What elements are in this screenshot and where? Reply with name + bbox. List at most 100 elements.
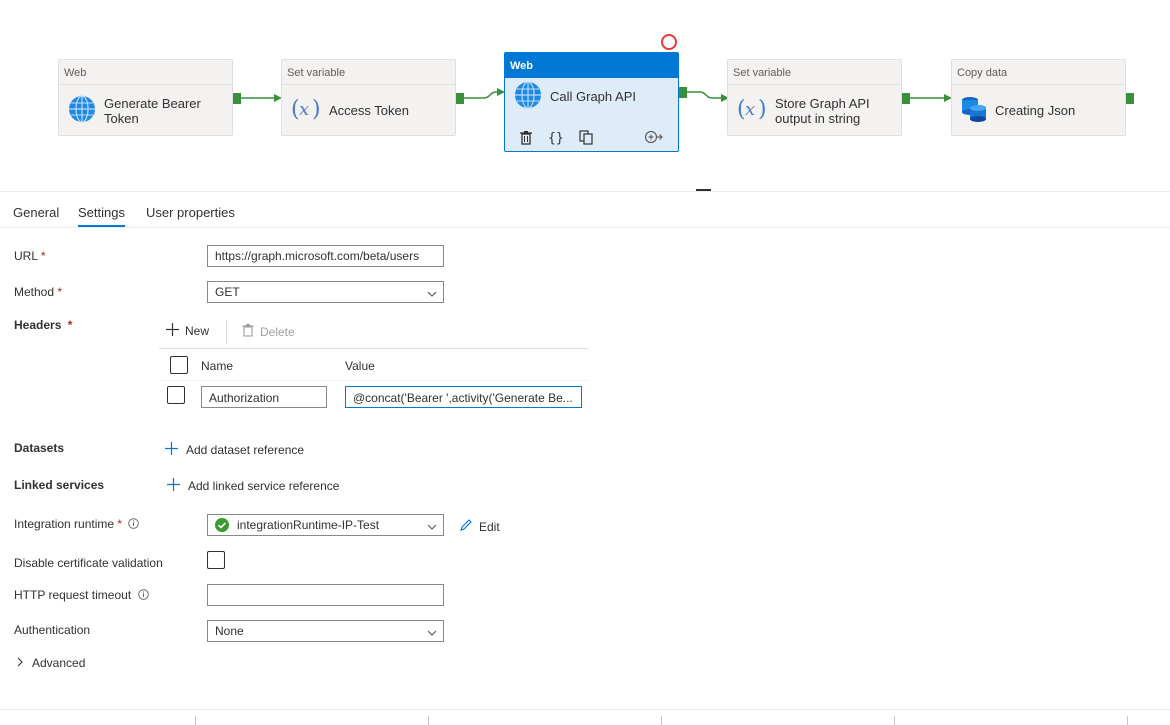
- activity-access-token[interactable]: Set variable ( x ) Access Token: [281, 59, 456, 136]
- grid-top-border: [159, 348, 589, 349]
- delete-header-button[interactable]: Delete: [242, 323, 295, 340]
- header-name-input[interactable]: Authorization: [201, 386, 327, 408]
- grid-header-border: [159, 380, 589, 381]
- svg-text:x: x: [299, 99, 309, 120]
- add-linked-service-reference-label: Add linked service reference: [188, 479, 340, 493]
- activity-name: Creating Json: [995, 103, 1076, 118]
- separator: [1127, 716, 1128, 725]
- tab-settings[interactable]: Settings: [78, 205, 125, 227]
- activity-type-label: Set variable: [728, 60, 901, 85]
- linked-services-label: Linked services: [14, 478, 105, 492]
- authentication-value: None: [215, 624, 244, 638]
- success-port[interactable]: [679, 87, 687, 98]
- svg-text:): ): [758, 97, 767, 122]
- add-dataset-reference-label: Add dataset reference: [186, 443, 305, 457]
- activity-type-label: Web: [59, 60, 232, 85]
- column-header-name: Name: [201, 359, 234, 373]
- tab-general[interactable]: General: [13, 205, 59, 220]
- chevron-down-icon: [427, 520, 437, 534]
- success-port[interactable]: [1126, 93, 1134, 104]
- edit-label: Edit: [479, 519, 500, 534]
- globe-icon: [68, 95, 96, 126]
- tab-user-properties[interactable]: User properties: [146, 205, 235, 220]
- new-header-button[interactable]: New: [166, 323, 209, 339]
- http-timeout-label: HTTP request timeout: [14, 588, 149, 603]
- plus-icon: [166, 323, 179, 339]
- url-label-text: URL: [14, 249, 38, 263]
- copy-icon[interactable]: [579, 129, 594, 145]
- info-icon[interactable]: [137, 589, 149, 603]
- url-label: URL *: [14, 249, 46, 263]
- activity-name: Generate Bearer Token: [104, 95, 201, 126]
- activity-name: Access Token: [329, 103, 409, 118]
- add-dataset-reference-button[interactable]: Add dataset reference: [165, 442, 304, 458]
- column-header-value: Value: [345, 359, 375, 373]
- authentication-select[interactable]: None: [207, 620, 444, 642]
- required-marker: *: [67, 318, 73, 332]
- code-braces-icon[interactable]: {}: [548, 130, 564, 145]
- svg-text:): ): [312, 97, 321, 122]
- svg-text:x: x: [745, 99, 755, 120]
- svg-text:{}: {}: [548, 131, 564, 145]
- new-button-label: New: [185, 324, 210, 338]
- activity-name-line2: output in string: [775, 110, 861, 126]
- delete-button-label: Delete: [260, 324, 295, 339]
- info-icon[interactable]: [128, 518, 140, 532]
- success-check-icon: [215, 518, 229, 535]
- authentication-label: Authentication: [14, 623, 91, 637]
- activity-type-label: Web: [505, 53, 678, 78]
- activity-name: Call Graph API: [550, 88, 636, 104]
- required-marker: *: [40, 249, 46, 263]
- required-marker: *: [117, 517, 123, 531]
- globe-icon: [514, 80, 542, 112]
- success-port[interactable]: [233, 93, 241, 104]
- select-all-checkbox[interactable]: [170, 356, 188, 374]
- success-port[interactable]: [902, 93, 910, 104]
- activity-call-graph-api[interactable]: Web Call Graph API {}: [504, 52, 679, 152]
- variable-icon: ( x ): [291, 95, 321, 126]
- method-select[interactable]: GET: [207, 281, 444, 303]
- chevron-down-icon: [427, 287, 437, 301]
- row-checkbox[interactable]: [167, 386, 185, 404]
- activity-name: Store Graph API output in string: [775, 96, 870, 126]
- disable-cert-validation-label: Disable certificate validation: [14, 556, 163, 570]
- error-indicator-icon: [661, 34, 677, 50]
- variable-icon: ( x ): [737, 95, 767, 126]
- integration-runtime-label-text: Integration runtime: [14, 517, 115, 531]
- edit-integration-runtime-button[interactable]: Edit: [459, 518, 500, 535]
- properties-tabs: General Settings User properties: [0, 192, 1170, 228]
- activity-type-label: Copy data: [952, 60, 1125, 85]
- command-divider: [226, 320, 227, 344]
- add-linked-service-reference-button[interactable]: Add linked service reference: [167, 478, 339, 494]
- chevron-right-icon: [16, 656, 24, 670]
- pipeline-canvas[interactable]: Web Generate Bearer Token Set variable (…: [0, 0, 1170, 191]
- advanced-expander[interactable]: Advanced: [16, 656, 85, 670]
- advanced-label: Advanced: [32, 656, 86, 670]
- activity-store-graph-api-output[interactable]: Set variable ( x ) Store Graph API outpu…: [727, 59, 902, 136]
- plus-icon: [167, 478, 180, 494]
- http-timeout-label-text: HTTP request timeout: [14, 588, 132, 602]
- activity-generate-bearer-token[interactable]: Web Generate Bearer Token: [58, 59, 233, 136]
- headers-label: Headers *: [14, 318, 72, 332]
- delete-icon[interactable]: [519, 130, 533, 145]
- separator: [661, 716, 662, 725]
- integration-runtime-select[interactable]: integrationRuntime-IP-Test: [207, 514, 444, 536]
- activity-creating-json[interactable]: Copy data Creating Json: [951, 59, 1126, 136]
- separator: [195, 716, 196, 725]
- bottom-panel-edge: [0, 709, 1170, 725]
- url-input[interactable]: https://graph.microsoft.com/beta/users: [207, 245, 444, 267]
- disable-cert-validation-checkbox[interactable]: [207, 551, 225, 569]
- separator: [428, 716, 429, 725]
- method-label: Method *: [14, 285, 62, 299]
- success-port[interactable]: [456, 93, 464, 104]
- chevron-down-icon: [427, 626, 437, 640]
- integration-runtime-label: Integration runtime *: [14, 517, 140, 532]
- method-select-value: GET: [215, 285, 240, 299]
- pencil-icon: [459, 518, 473, 535]
- header-value-input[interactable]: @concat('Bearer ',activity('Generate Be.…: [345, 386, 582, 408]
- add-output-icon[interactable]: [644, 130, 664, 144]
- http-timeout-input[interactable]: [207, 584, 444, 606]
- database-icon: [961, 95, 987, 126]
- activity-type-label: Set variable: [282, 60, 455, 85]
- headers-label-text: Headers: [14, 318, 62, 332]
